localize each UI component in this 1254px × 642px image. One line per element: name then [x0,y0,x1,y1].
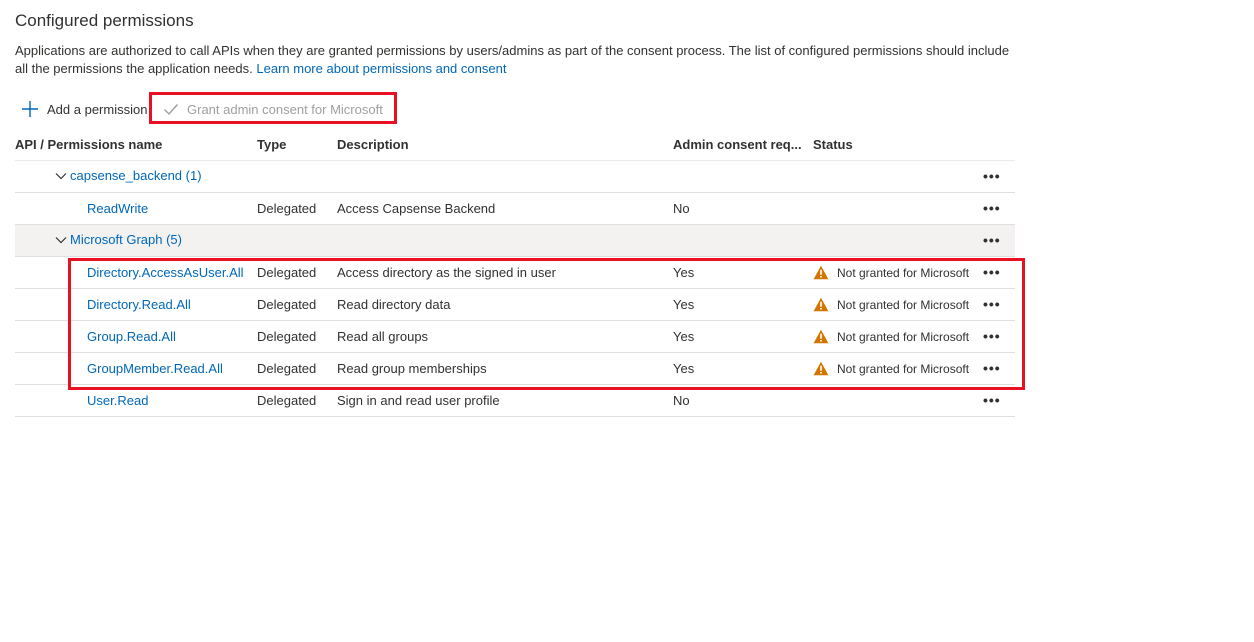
table-row: User.Read Delegated Sign in and read use… [15,384,1015,417]
checkmark-icon [163,101,179,117]
permission-link[interactable]: GroupMember.Read.All [15,361,223,376]
permission-name-cell: User.Read [15,384,257,417]
status-cell: Not granted for Microsoft [813,352,983,385]
permission-link[interactable]: Group.Read.All [15,329,176,344]
status-cell: Not granted for Microsoft [813,288,983,321]
permissions-table: API / Permissions name Type Description … [15,128,1015,417]
grant-admin-consent-label: Grant admin consent for Microsoft [187,101,383,117]
section-title: Configured permissions [15,11,194,30]
add-permission-label: Add a permission [47,101,148,117]
table-row: Directory.Read.All Delegated Read direct… [15,288,1015,321]
admin-consent-cell: Yes [673,352,813,385]
more-icon: ••• [983,264,1001,280]
more-actions-button[interactable]: ••• [983,192,1015,225]
type-cell: Delegated [257,384,337,417]
permission-name-cell: ReadWrite [15,192,257,225]
grant-admin-consent-button[interactable]: Grant admin consent for Microsoft [163,96,383,122]
warning-icon [813,265,829,280]
group-row-microsoft-graph[interactable]: Microsoft Graph (5) ••• [15,224,1015,257]
description-cell: Read group memberships [337,352,673,385]
more-actions-button[interactable]: ••• [983,160,1015,193]
description-cell: Read all groups [337,320,673,353]
permission-name-cell: Directory.AccessAsUser.All [15,256,257,289]
admin-consent-cell: Yes [673,320,813,353]
section-description: Applications are authorized to call APIs… [15,42,1015,77]
permission-link[interactable]: Directory.Read.All [15,297,191,312]
more-actions-button[interactable]: ••• [983,256,1015,289]
table-header-row: API / Permissions name Type Description … [15,128,1015,161]
admin-consent-cell: No [673,384,813,417]
more-actions-button[interactable]: ••• [983,320,1015,353]
group-cell: capsense_backend (1) [15,160,983,193]
column-header-description[interactable]: Description [337,128,673,161]
warning-icon [813,361,829,376]
description-text: Applications are authorized to call APIs… [15,43,1010,76]
column-header-name[interactable]: API / Permissions name [15,128,257,161]
group-label: Microsoft Graph (5) [70,232,182,248]
type-cell: Delegated [257,256,337,289]
permission-link[interactable]: Directory.AccessAsUser.All [15,265,244,280]
description-cell: Sign in and read user profile [337,384,673,417]
status-text: Not granted for Microsoft [837,329,970,344]
more-actions-button[interactable]: ••• [983,352,1015,385]
more-icon: ••• [983,392,1001,408]
warning-icon [813,297,829,312]
more-actions-button[interactable]: ••• [983,224,1015,257]
more-icon: ••• [983,200,1001,216]
type-cell: Delegated [257,288,337,321]
admin-consent-cell: Yes [673,288,813,321]
type-cell: Delegated [257,352,337,385]
add-permission-button[interactable]: Add a permission [21,96,147,122]
group-row-capsense-backend[interactable]: capsense_backend (1) ••• [15,160,1015,193]
table-row: Directory.AccessAsUser.All Delegated Acc… [15,256,1015,289]
plus-icon [21,100,39,118]
status-cell [813,384,983,417]
permission-link[interactable]: ReadWrite [15,201,148,216]
more-icon: ••• [983,296,1001,312]
admin-consent-cell: No [673,192,813,225]
status-cell: Not granted for Microsoft [813,320,983,353]
description-cell: Read directory data [337,288,673,321]
group-cell: Microsoft Graph (5) [15,224,983,257]
table-row: Group.Read.All Delegated Read all groups… [15,320,1015,353]
group-label: capsense_backend (1) [70,168,202,184]
chevron-down-icon [55,170,67,182]
more-icon: ••• [983,328,1001,344]
type-cell: Delegated [257,192,337,225]
type-cell: Delegated [257,320,337,353]
admin-consent-cell: Yes [673,256,813,289]
more-actions-button[interactable]: ••• [983,288,1015,321]
description-cell: Access Capsense Backend [337,192,673,225]
column-header-status[interactable]: Status [813,128,983,161]
description-cell: Access directory as the signed in user [337,256,673,289]
more-icon: ••• [983,168,1001,184]
chevron-down-icon [55,234,67,246]
status-text: Not granted for Microsoft [837,361,970,376]
more-icon: ••• [983,232,1001,248]
status-text: Not granted for Microsoft [837,265,970,280]
status-cell: Not granted for Microsoft [813,256,983,289]
permission-name-cell: Group.Read.All [15,320,257,353]
more-actions-button[interactable]: ••• [983,384,1015,417]
permission-name-cell: GroupMember.Read.All [15,352,257,385]
table-row: ReadWrite Delegated Access Capsense Back… [15,192,1015,225]
status-cell [813,192,983,225]
permission-name-cell: Directory.Read.All [15,288,257,321]
group-toggle[interactable]: capsense_backend (1) [55,168,202,183]
more-icon: ••• [983,360,1001,376]
group-toggle[interactable]: Microsoft Graph (5) [55,232,182,247]
learn-more-link[interactable]: Learn more about permissions and consent [256,61,506,76]
column-header-admin-consent[interactable]: Admin consent req... [673,128,813,161]
status-text: Not granted for Microsoft [837,297,970,312]
table-row: GroupMember.Read.All Delegated Read grou… [15,352,1015,385]
column-header-actions [983,128,1015,161]
permission-link[interactable]: User.Read [15,393,148,408]
warning-icon [813,329,829,344]
column-header-type[interactable]: Type [257,128,337,161]
